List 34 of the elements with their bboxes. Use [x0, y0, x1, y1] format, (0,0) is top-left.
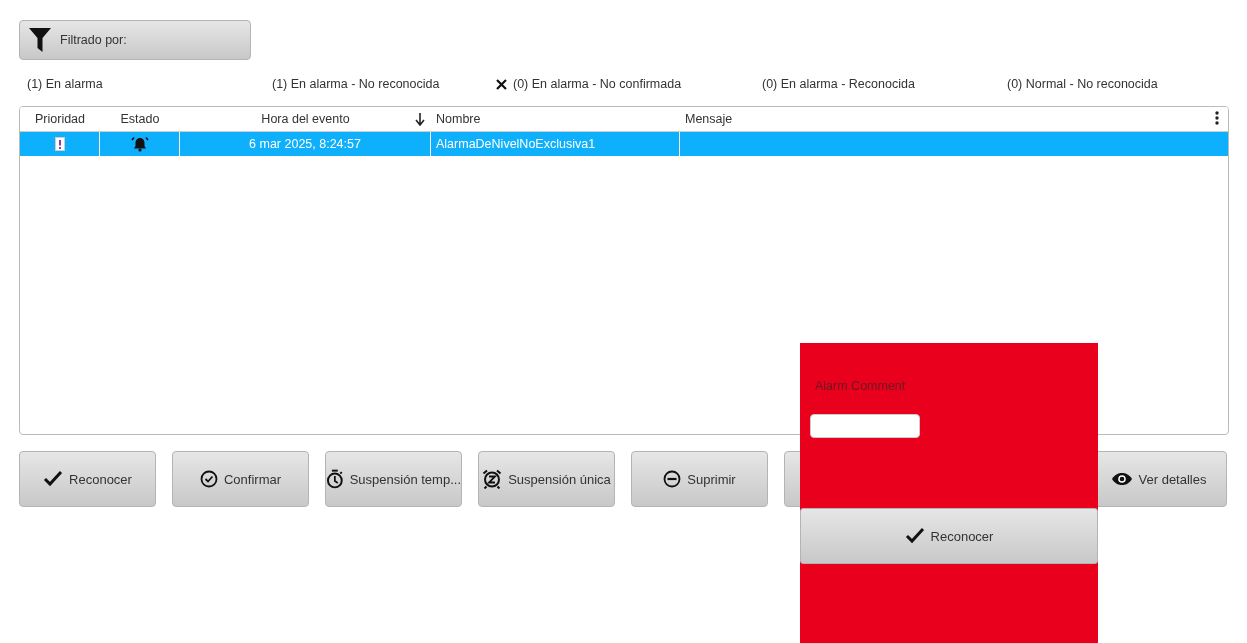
- checkmark-icon: [904, 527, 925, 545]
- ringing-bell-icon: [130, 136, 149, 152]
- summary-count: (1) En alarma - No reconocida: [272, 77, 440, 91]
- stopwatch-icon: [326, 469, 344, 489]
- action-button[interactable]: Confirmar: [172, 451, 309, 507]
- column-header[interactable]: Estado: [100, 107, 180, 131]
- close-icon[interactable]: [496, 78, 507, 90]
- summary-count: (1) En alarma: [27, 77, 103, 91]
- check-circle-icon: [199, 470, 218, 488]
- alarm-name: AlarmaDeNivelNoExclusiva1: [436, 137, 596, 151]
- column-header[interactable]: Prioridad: [20, 107, 100, 131]
- summary-count: (0) En alarma - Reconocida: [762, 77, 915, 91]
- action-button[interactable]: Suspensión temp...: [325, 451, 462, 507]
- filter-button[interactable]: Filtrado por:: [19, 20, 251, 60]
- sort-arrow-icon[interactable]: [415, 113, 425, 126]
- alarm-clock-icon: [482, 469, 503, 489]
- comment-label: Alarm Comment: [815, 379, 906, 393]
- comment-field[interactable]: [810, 414, 920, 438]
- checkmark-icon: [43, 470, 64, 488]
- minus-circle-icon: [663, 470, 682, 488]
- action-button[interactable]: Suprimir: [631, 451, 768, 507]
- event-time: 6 mar 2025, 8:24:57: [249, 137, 361, 151]
- filter-icon: [28, 27, 52, 53]
- eye-icon: [1110, 472, 1133, 486]
- acknowledge-button[interactable]: Reconocer: [800, 508, 1098, 564]
- column-header[interactable]: Mensaje: [680, 107, 1228, 131]
- more-options-icon[interactable]: [1215, 111, 1219, 125]
- summary-count: (0) Normal - No reconocida: [1007, 77, 1158, 91]
- column-header[interactable]: Nombre: [431, 107, 680, 131]
- column-header[interactable]: Hora del evento: [180, 107, 431, 131]
- action-button[interactable]: Suspensión única: [478, 451, 615, 507]
- action-button[interactable]: Reconocer: [19, 451, 156, 507]
- summary-count: (0) En alarma - No confirmada: [513, 77, 682, 91]
- priority-icon: [54, 137, 65, 151]
